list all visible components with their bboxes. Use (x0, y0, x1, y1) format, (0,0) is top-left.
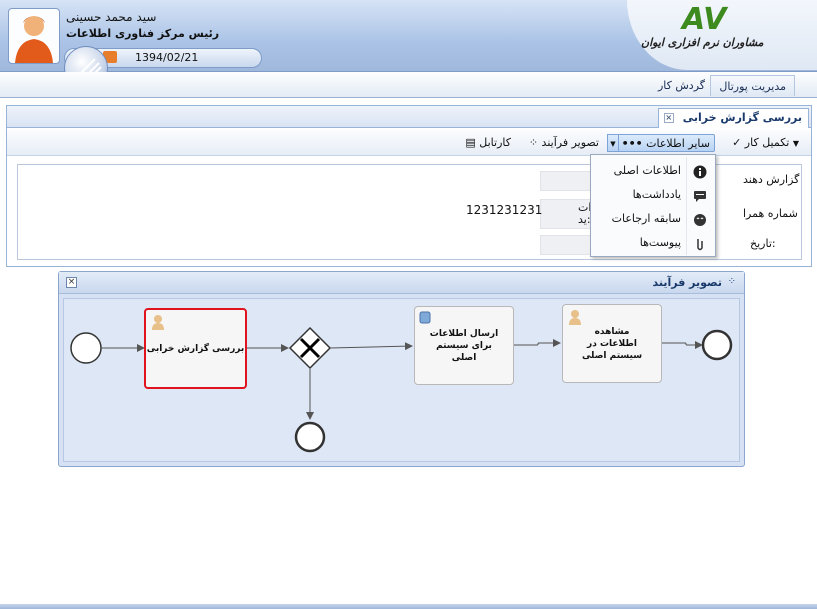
status-bar (0, 604, 817, 609)
nav-item-workflow[interactable]: گردش کار (650, 75, 713, 96)
task-review-report[interactable]: بررسی گزارش خرابی (144, 308, 247, 389)
menu-item-label: اطلاعات اصلی (613, 164, 681, 177)
menu-item-label: پیوست‌ها (639, 236, 681, 249)
close-icon[interactable]: × (66, 277, 77, 288)
info-icon (693, 164, 707, 179)
menu-item-referral-history[interactable]: سابقه ارجاعات (591, 207, 715, 231)
tab-close-icon[interactable]: × (663, 113, 674, 123)
user-task-icon (151, 314, 165, 330)
task-label: مشاهده اطلاعات در سیستم اصلی (581, 326, 643, 361)
user-title: رئیس مرکز فناوری اطلاعات (66, 27, 220, 40)
history-icon (693, 212, 707, 226)
menu-item-notes[interactable]: یادداشت‌ها (591, 183, 715, 207)
main-nav: مدیریت پورتال گردش کار (0, 72, 817, 98)
tab-review-report[interactable]: × بررسی گزارش خرابی (657, 108, 809, 128)
tab-strip: × بررسی گزارش خرابی (7, 106, 811, 128)
window-titlebar[interactable]: × ⁘ تصویر فرآیند (59, 272, 744, 294)
logo-mark: AV (682, 2, 727, 37)
process-graph-icon: ⁘ (528, 136, 539, 149)
other-info-dropdown-arrow[interactable]: ▼ (607, 134, 619, 152)
process-image-window: × ⁘ تصویر فرآیند بررسی گزارش خرابی ارسال… (58, 271, 745, 467)
cardboard-button[interactable]: ▤ کارتابل (465, 134, 511, 152)
process-image-button[interactable]: ⁘ تصویر فرآیند (529, 134, 599, 152)
task-view-info[interactable]: مشاهده اطلاعات در سیستم اصلی (562, 304, 662, 383)
task-label: ارسال اطلاعات برای سیستم اصلی (429, 328, 499, 363)
task-label: بررسی گزارش خرابی (146, 343, 245, 354)
cardboard-label: کارتابل (479, 136, 511, 149)
menu-item-label: یادداشت‌ها (632, 188, 681, 201)
notes-icon (693, 188, 707, 202)
toolbar: ✓ تکمیل کار ▼ ••• سایر اطلاعات ▼ ⁘ تصویر… (7, 130, 811, 156)
current-date: 1394/02/21 (135, 51, 199, 64)
paperclip-icon (693, 236, 707, 251)
menu-item-attachments[interactable]: پیوست‌ها (591, 231, 715, 255)
script-task-icon (418, 310, 432, 324)
company-logo: AV مشاوران نرم افزاری ایوان (627, 0, 817, 70)
app-header: سید محمد حسینی رئیس مرکز فناوری اطلاعات … (0, 0, 817, 90)
user-avatar[interactable] (8, 8, 60, 64)
tab-label: بررسی گزارش خرابی (682, 111, 802, 124)
description-fragment-2: ید: (578, 213, 591, 226)
phone-value: 1231231231 (466, 203, 543, 217)
process-image-label: تصویر فرآیند (541, 136, 599, 149)
other-info-menu: اطلاعات اصلی یادداشت‌ها سابقه ارجاعات پی… (590, 154, 716, 257)
date-label: تاریخ: (750, 237, 776, 250)
checkmark-icon: ✓ (732, 136, 742, 149)
menu-item-label: سابقه ارجاعات (611, 212, 681, 225)
list-icon: ▤ (465, 136, 476, 149)
user-info: سید محمد حسینی رئیس مرکز فناوری اطلاعات (62, 4, 312, 48)
nav-item-portal-management[interactable]: مدیریت پورتال (710, 75, 795, 96)
complete-task-button[interactable]: ✓ تکمیل کار ▼ (732, 134, 805, 152)
chevron-down-icon[interactable]: ▼ (793, 139, 799, 148)
complete-task-label: تکمیل کار (744, 136, 790, 149)
other-info-label: سایر اطلاعات (646, 137, 710, 150)
logo-text: مشاوران نرم افزاری ایوان (641, 36, 764, 49)
user-task-icon (568, 309, 582, 325)
reporter-label: گزارش دهند (743, 173, 800, 186)
phone-label: شماره همرا (743, 207, 798, 220)
process-diagram: بررسی گزارش خرابی ارسال اطلاعات برای سیس… (63, 298, 740, 462)
other-info-button[interactable]: ••• سایر اطلاعات (616, 134, 715, 152)
process-graph-icon: ⁘ (727, 276, 736, 287)
menu-item-main-info[interactable]: اطلاعات اصلی (591, 159, 715, 183)
dots-icon: ••• (621, 137, 643, 150)
user-name: سید محمد حسینی (66, 10, 157, 24)
window-title: تصویر فرآیند (652, 276, 722, 289)
task-send-info[interactable]: ارسال اطلاعات برای سیستم اصلی (414, 306, 514, 385)
